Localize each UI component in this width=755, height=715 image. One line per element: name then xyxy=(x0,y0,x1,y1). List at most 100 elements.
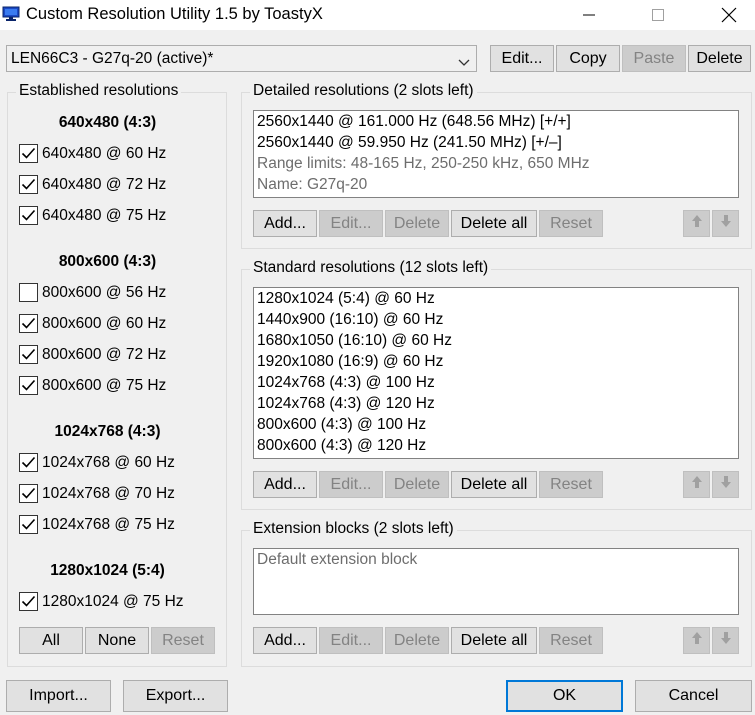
standard-resolutions-list[interactable]: 1280x1024 (5:4) @ 60 Hz 1440x900 (16:10)… xyxy=(253,287,739,459)
none-button[interactable]: None xyxy=(85,627,149,654)
established-group-header: 1024x768 (4:3) xyxy=(54,423,161,440)
checkbox-label: 800x600 @ 56 Hz xyxy=(42,283,167,301)
move-down-detailed-button[interactable] xyxy=(712,210,739,237)
established-checkbox-row[interactable]: 1024x768 @ 60 Hz xyxy=(19,453,175,472)
close-icon xyxy=(721,7,737,23)
move-down-standard-button[interactable] xyxy=(712,471,739,498)
checkbox-label: 1024x768 @ 75 Hz xyxy=(42,515,175,533)
established-group-header: 1280x1024 (5:4) xyxy=(50,562,165,579)
close-button[interactable] xyxy=(706,0,752,30)
edit-extension-button[interactable]: Edit... xyxy=(319,627,383,654)
established-checkbox-row[interactable]: 800x600 @ 56 Hz xyxy=(19,283,166,302)
edit-standard-button[interactable]: Edit... xyxy=(319,471,383,498)
checkmark-icon xyxy=(21,147,36,159)
established-checkbox-row[interactable]: 800x600 @ 72 Hz xyxy=(19,345,166,364)
cancel-button[interactable]: Cancel xyxy=(635,680,752,712)
list-item[interactable]: 800x600 (4:3) @ 120 Hz xyxy=(254,435,738,456)
reset-extension-button[interactable]: Reset xyxy=(539,627,603,654)
established-checkbox-row[interactable]: 800x600 @ 60 Hz xyxy=(19,314,166,333)
established-group-header: 640x480 (4:3) xyxy=(58,114,157,131)
checkbox[interactable] xyxy=(19,175,38,194)
move-up-standard-button[interactable] xyxy=(683,471,710,498)
delete-extension-button[interactable]: Delete xyxy=(385,627,449,654)
established-checkbox-row[interactable]: 640x480 @ 60 Hz xyxy=(19,144,166,163)
checkmark-icon xyxy=(21,348,36,360)
checkbox[interactable] xyxy=(19,206,38,225)
list-item[interactable]: 1280x1024 (5:4) @ 60 Hz xyxy=(254,288,738,309)
checkbox[interactable] xyxy=(19,144,38,163)
checkbox-label: 640x480 @ 60 Hz xyxy=(42,144,167,162)
established-checkbox-row[interactable]: 640x480 @ 72 Hz xyxy=(19,175,166,194)
add-standard-button[interactable]: Add... xyxy=(253,471,317,498)
copy-button[interactable]: Copy xyxy=(556,45,620,72)
checkbox[interactable] xyxy=(19,453,38,472)
move-down-extension-button[interactable] xyxy=(712,627,739,654)
edit-detailed-button[interactable]: Edit... xyxy=(319,210,383,237)
delete-all-extension-button[interactable]: Delete all xyxy=(451,627,537,654)
paste-button[interactable]: Paste xyxy=(622,45,686,72)
add-extension-button[interactable]: Add... xyxy=(253,627,317,654)
list-item: Name: G27q-20 xyxy=(257,176,368,193)
move-up-detailed-button[interactable] xyxy=(683,210,710,237)
established-checkbox-row[interactable]: 640x480 @ 75 Hz xyxy=(19,206,166,225)
list-item[interactable]: 1680x1050 (16:10) @ 60 Hz xyxy=(254,330,738,351)
checkbox[interactable] xyxy=(19,592,38,611)
detailed-resolutions-list[interactable]: 2560x1440 @ 161.000 Hz (648.56 MHz) [+/+… xyxy=(253,110,739,198)
arrow-up-icon xyxy=(691,214,703,233)
export-button[interactable]: Export... xyxy=(123,680,228,712)
delete-standard-button[interactable]: Delete xyxy=(385,471,449,498)
established-checkbox-row[interactable]: 1280x1024 @ 75 Hz xyxy=(19,592,184,611)
checkbox-label: 1024x768 @ 70 Hz xyxy=(42,484,175,502)
list-item[interactable]: 2560x1440 @ 59.950 Hz (241.50 MHz) [+/–] xyxy=(254,132,738,153)
list-item[interactable]: Default extension block xyxy=(254,549,738,570)
add-detailed-button[interactable]: Add... xyxy=(253,210,317,237)
import-button[interactable]: Import... xyxy=(6,680,111,712)
extension-blocks-list[interactable]: Default extension block xyxy=(253,548,739,615)
all-button[interactable]: All xyxy=(19,627,83,654)
window-title: Custom Resolution Utility 1.5 by ToastyX xyxy=(26,5,323,23)
reset-established-button[interactable]: Reset xyxy=(151,627,215,654)
edit-monitor-button[interactable]: Edit... xyxy=(490,45,554,72)
delete-all-standard-button[interactable]: Delete all xyxy=(451,471,537,498)
checkmark-icon xyxy=(21,518,36,530)
minimize-button[interactable] xyxy=(566,0,612,30)
established-checkbox-row[interactable]: 1024x768 @ 75 Hz xyxy=(19,515,175,534)
checkbox-label: 640x480 @ 75 Hz xyxy=(42,206,167,224)
checkbox[interactable] xyxy=(19,376,38,395)
checkbox[interactable] xyxy=(19,314,38,333)
checkbox[interactable] xyxy=(19,283,38,302)
monitor-select[interactable]: LEN66C3 - G27q-20 (active)* xyxy=(6,45,477,72)
ok-button[interactable]: OK xyxy=(506,680,623,712)
chevron-down-icon xyxy=(458,54,470,72)
move-up-extension-button[interactable] xyxy=(683,627,710,654)
delete-detailed-button[interactable]: Delete xyxy=(385,210,449,237)
checkbox[interactable] xyxy=(19,484,38,503)
list-item[interactable]: 1024x768 (4:3) @ 100 Hz xyxy=(254,372,738,393)
minimize-icon xyxy=(582,8,596,22)
checkmark-icon xyxy=(21,178,36,190)
list-item[interactable]: 1920x1080 (16:9) @ 60 Hz xyxy=(254,351,738,372)
checkbox-label: 800x600 @ 75 Hz xyxy=(42,376,167,394)
established-checkbox-row[interactable]: 800x600 @ 75 Hz xyxy=(19,376,166,395)
standard-resolutions-title: Standard resolutions (12 slots left) xyxy=(250,259,492,277)
title-bar: Custom Resolution Utility 1.5 by ToastyX xyxy=(0,0,755,30)
list-item[interactable]: 2560x1440 @ 161.000 Hz (648.56 MHz) [+/+… xyxy=(254,111,738,132)
checkbox-label: 640x480 @ 72 Hz xyxy=(42,175,167,193)
list-item[interactable]: 1024x768 (4:3) @ 120 Hz xyxy=(254,393,738,414)
list-item[interactable]: 800x600 (4:3) @ 100 Hz xyxy=(254,414,738,435)
checkbox[interactable] xyxy=(19,345,38,364)
maximize-button[interactable] xyxy=(635,0,681,30)
checkmark-icon xyxy=(21,487,36,499)
reset-detailed-button[interactable]: Reset xyxy=(539,210,603,237)
reset-standard-button[interactable]: Reset xyxy=(539,471,603,498)
list-item[interactable]: 1440x900 (16:10) @ 60 Hz xyxy=(254,309,738,330)
delete-all-detailed-button[interactable]: Delete all xyxy=(451,210,537,237)
arrow-up-icon xyxy=(691,475,703,494)
delete-monitor-button[interactable]: Delete xyxy=(688,45,751,72)
arrow-up-icon xyxy=(691,631,703,650)
arrow-down-icon xyxy=(720,214,732,233)
established-group-header: 800x600 (4:3) xyxy=(58,253,157,270)
established-checkbox-row[interactable]: 1024x768 @ 70 Hz xyxy=(19,484,175,503)
checkbox[interactable] xyxy=(19,515,38,534)
checkbox-label: 800x600 @ 72 Hz xyxy=(42,345,167,363)
